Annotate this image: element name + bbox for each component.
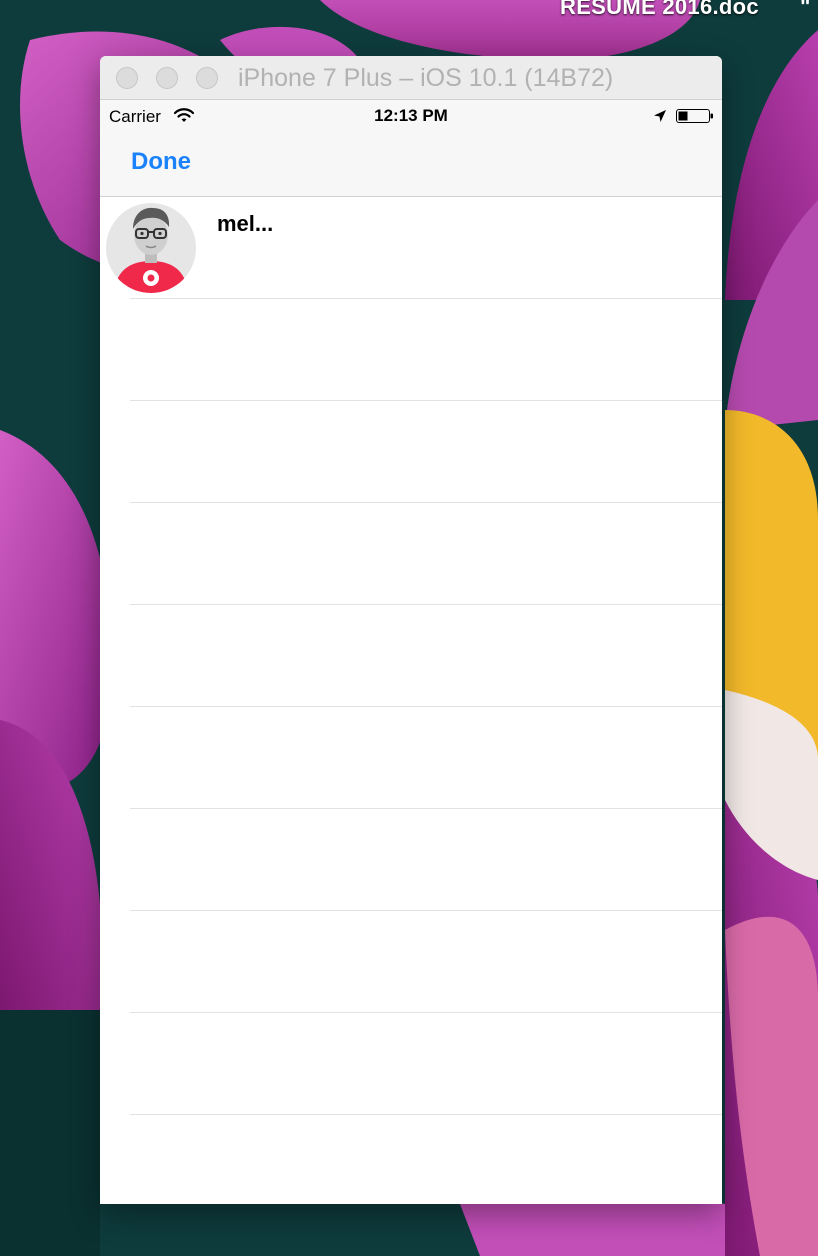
empty-table-row: [100, 299, 722, 401]
desktop-background: RESUME 2016.doc " iPhone 7 Plus – iOS 10…: [0, 0, 818, 1256]
empty-table-row: [100, 911, 722, 1013]
empty-table-row: [100, 707, 722, 809]
navigation-bar: Carrier 12:13 PM Done: [100, 100, 722, 197]
close-window-button[interactable]: [116, 67, 138, 89]
empty-rows: [100, 299, 722, 1204]
contact-row[interactable]: mel...: [100, 197, 722, 299]
done-button[interactable]: Done: [131, 148, 191, 176]
empty-table-row: [100, 605, 722, 707]
status-bar-time: 12:13 PM: [374, 106, 448, 125]
empty-table-row: [100, 503, 722, 605]
contact-avatar: [106, 203, 196, 293]
window-titlebar[interactable]: iPhone 7 Plus – iOS 10.1 (14B72): [100, 56, 722, 100]
minimize-window-button[interactable]: [156, 67, 178, 89]
simulator-window: iPhone 7 Plus – iOS 10.1 (14B72) Carrier…: [100, 56, 722, 1204]
empty-table-row: [100, 401, 722, 503]
window-title: iPhone 7 Plus – iOS 10.1 (14B72): [238, 64, 614, 92]
desktop-file-label[interactable]: RESUME 2016.doc: [560, 0, 759, 20]
ios-screen: Carrier 12:13 PM Done mel...: [100, 100, 722, 1204]
contact-name: mel...: [217, 211, 274, 236]
battery-icon: [676, 109, 713, 123]
desktop-marker: ": [800, 0, 811, 19]
empty-table-row: [100, 809, 722, 911]
zoom-window-button[interactable]: [196, 67, 218, 89]
empty-table-row: [100, 1115, 722, 1204]
empty-table-row: [100, 1013, 722, 1115]
contacts-table: mel...: [100, 197, 722, 1204]
location-arrow-icon: [654, 110, 666, 122]
